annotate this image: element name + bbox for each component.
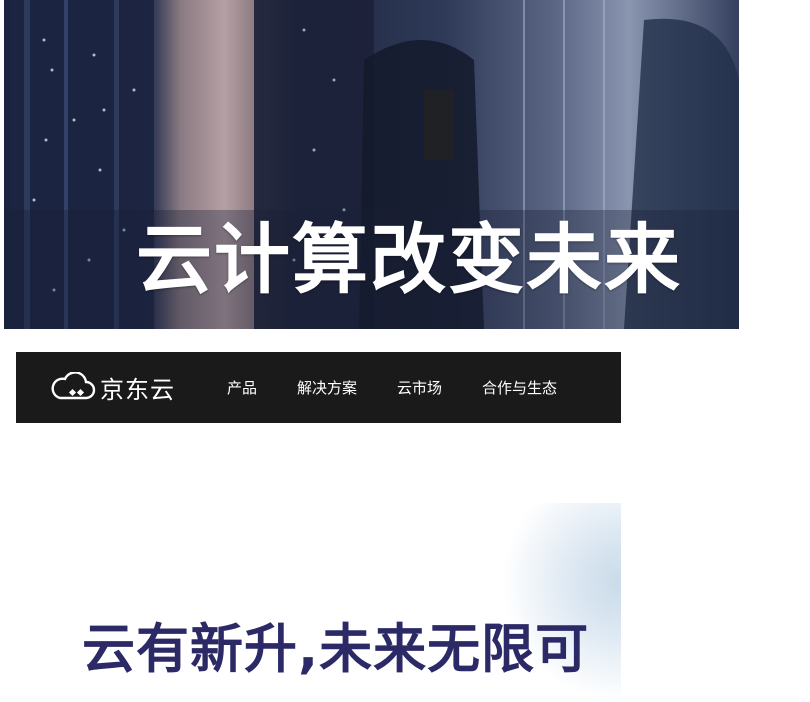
- nav-menu: 产品 解决方案 云市场 合作与生态: [227, 377, 597, 398]
- nav-item-partners[interactable]: 合作与生态: [482, 377, 557, 398]
- cloud-logo-icon: [51, 371, 96, 399]
- promo-banner: 云有新升,未来无限可: [16, 423, 621, 702]
- nav-item-solutions[interactable]: 解决方案: [297, 377, 357, 398]
- top-navbar: 京东云 产品 解决方案 云市场 合作与生态: [16, 352, 621, 423]
- logo-text: 京东云: [100, 376, 175, 404]
- nav-item-marketplace[interactable]: 云市场: [397, 377, 442, 398]
- banner-headline: 云有新升,未来无限可: [82, 619, 590, 680]
- hero-image: 云计算改变未来: [4, 0, 739, 329]
- hero-headline: 云计算改变未来: [136, 215, 682, 304]
- jdcloud-logo[interactable]: 京东云: [46, 368, 175, 408]
- nav-item-products[interactable]: 产品: [227, 377, 257, 398]
- video-frame: 云计算改变未来 京东云 产品 解决方案 云市场 合作与生态 云有新升,未来无限可: [0, 0, 810, 702]
